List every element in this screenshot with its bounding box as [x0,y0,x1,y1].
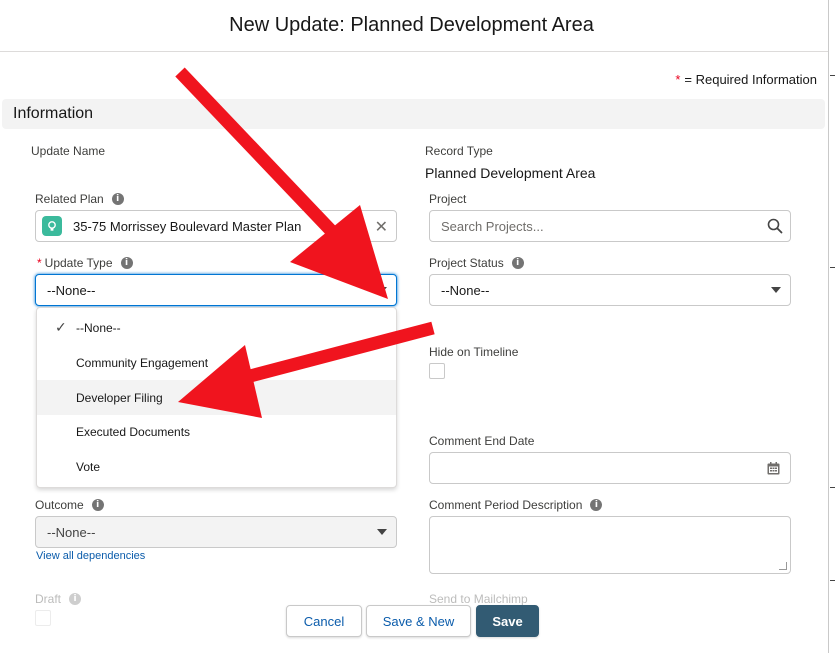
modal-header: New Update: Planned Development Area [0,0,835,52]
check-icon: ✓ [55,320,67,336]
draft-label-text: Draft [35,592,62,606]
outcome-select[interactable]: --None-- [35,516,397,548]
project-search-input[interactable]: Search Projects... [429,210,791,242]
outcome-label: Outcome i [35,498,104,512]
info-icon[interactable]: i [120,257,133,269]
update-type-option-community-engagement[interactable]: Community Engagement [37,345,396,380]
hide-on-timeline-checkbox[interactable] [429,363,445,379]
option-label: Vote [76,459,101,474]
comment-period-description-label-text: Comment Period Description [429,498,583,512]
scrollbar-tick [830,487,835,488]
required-star: * [37,256,42,270]
info-icon[interactable]: i [111,193,124,205]
update-type-label-text: Update Type [44,256,113,270]
resize-handle-icon[interactable] [779,562,787,570]
update-type-option-executed-documents[interactable]: Executed Documents [37,414,396,449]
scrollbar-edge[interactable] [828,0,835,653]
update-name-label-text: Update Name [31,144,106,158]
update-type-label: * Update Type i [37,256,133,270]
option-label: --None-- [76,320,121,335]
record-type-value: Planned Development Area [425,165,596,181]
view-all-dependencies-link[interactable]: View all dependencies [36,550,145,562]
update-type-option-developer-filing[interactable]: Developer Filing [37,380,396,415]
comment-end-date-input[interactable] [429,452,791,484]
chevron-down-icon [377,287,387,293]
update-type-option-none[interactable]: ✓ --None-- [37,310,396,345]
scrollbar-tick [830,267,835,268]
outcome-label-text: Outcome [35,498,84,512]
comment-end-date-label-text: Comment End Date [429,434,535,448]
close-icon[interactable]: ✕ [375,217,388,236]
scrollbar-tick [830,75,835,76]
update-type-option-vote[interactable]: Vote [37,449,396,484]
chevron-down-icon [377,529,387,535]
info-icon: i [69,593,82,605]
info-icon[interactable]: i [590,499,603,511]
cancel-button[interactable]: Cancel [286,605,362,637]
project-status-select[interactable]: --None-- [429,274,791,306]
search-icon[interactable] [767,218,783,237]
related-plan-lookup[interactable]: 35-75 Morrissey Boulevard Master Plan ✕ [35,210,397,242]
comment-end-date-label: Comment End Date [429,434,534,448]
project-status-label-text: Project Status [429,256,504,270]
outcome-value: --None-- [47,524,96,540]
update-type-value: --None-- [47,282,96,298]
related-plan-label-text: Related Plan [35,192,104,206]
comment-period-description-textarea[interactable] [429,516,791,574]
required-star: * [675,72,681,87]
comment-period-description-label: Comment Period Description i [429,498,603,512]
required-information-text: = Required Information [684,72,817,87]
info-icon[interactable]: i [91,499,104,511]
record-type-label-text: Record Type [425,144,493,158]
record-type-label: Record Type [425,144,493,158]
update-name-label: Update Name [31,144,105,158]
draft-label: Draft i [35,592,82,606]
section-title: Information [13,105,94,122]
option-label: Community Engagement [76,355,209,370]
related-plan-label: Related Plan i [35,192,124,206]
lightbulb-icon [42,216,62,236]
chevron-down-icon [771,287,781,293]
option-label: Developer Filing [76,390,163,405]
project-label-text: Project [429,192,467,206]
project-label: Project [429,192,466,206]
save-button[interactable]: Save [476,605,539,637]
project-search-placeholder: Search Projects... [441,218,544,234]
project-status-label: Project Status i [429,256,524,270]
info-icon[interactable]: i [511,257,524,269]
required-information-note: * = Required Information [675,72,817,87]
hide-on-timeline-label-text: Hide on Timeline [429,345,519,359]
draft-checkbox[interactable] [35,610,51,626]
option-label: Executed Documents [76,424,191,439]
update-type-select[interactable]: --None-- [35,274,397,306]
save-and-new-button[interactable]: Save & New [366,605,471,637]
scrollbar-tick [830,580,835,581]
calendar-icon[interactable] [767,462,780,478]
send-to-mailchimp-label-text: Send to Mailchimp [429,592,528,606]
update-type-dropdown: ✓ --None-- Community Engagement Develope… [36,307,397,488]
related-plan-value: 35-75 Morrissey Boulevard Master Plan [73,218,302,234]
send-to-mailchimp-label: Send to Mailchimp [429,592,528,606]
modal-title: New Update: Planned Development Area [229,14,594,36]
section-header[interactable]: Information [2,99,825,129]
project-status-value: --None-- [441,282,490,298]
hide-on-timeline-label: Hide on Timeline [429,345,518,359]
